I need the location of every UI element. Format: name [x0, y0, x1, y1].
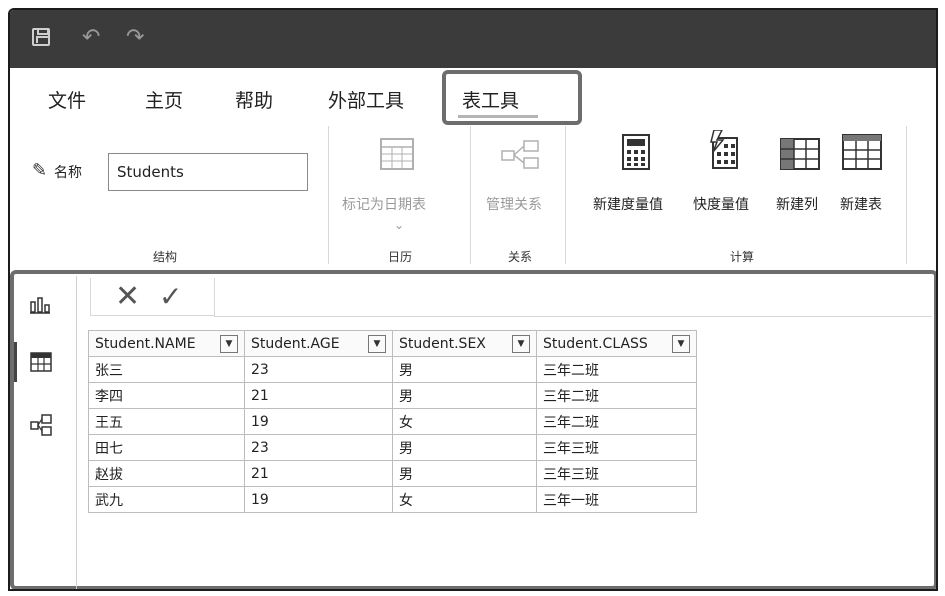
manage-relationships-icon: [500, 138, 542, 172]
new-table-button[interactable]: 新建表: [840, 194, 882, 214]
data-view-icon[interactable]: [30, 352, 52, 377]
group-label-relations: 关系: [508, 250, 533, 264]
formula-bar-controls: ✕ ✓: [90, 278, 215, 316]
ribbon: ✎ 名称 结构 标记为日期表 ⌄ 日历: [10, 122, 936, 270]
table-cell[interactable]: 男: [392, 356, 537, 383]
close-icon[interactable]: ✕: [115, 278, 140, 316]
table-cell[interactable]: 三年二班: [536, 356, 697, 383]
table-cell[interactable]: 19: [244, 408, 393, 435]
table-cell[interactable]: 男: [392, 382, 537, 409]
column-header-label: Student.SEX: [399, 335, 486, 352]
column-header[interactable]: Student.NAME ▼: [88, 330, 245, 357]
data-view-panel: ✕ ✓ Student.NAME ▼ Student.AGE ▼ Student.S…: [10, 270, 936, 589]
group-divider: [470, 126, 471, 264]
menu-bar: 文件 主页 帮助 外部工具 表工具: [10, 68, 936, 120]
table-cell[interactable]: 21: [244, 382, 393, 409]
active-view-indicator: [14, 342, 17, 382]
title-bar: ↶ ↷: [10, 10, 936, 68]
table-cell[interactable]: 武九: [88, 486, 245, 513]
menu-file[interactable]: 文件: [48, 86, 86, 113]
table-cell[interactable]: 三年二班: [536, 408, 697, 435]
group-label-calc: 计算: [730, 250, 755, 264]
group-divider: [565, 126, 566, 264]
calendar-icon: [380, 138, 414, 170]
table-name-input[interactable]: [108, 153, 308, 191]
calculator-icon: [622, 134, 650, 170]
undo-icon[interactable]: ↶: [82, 27, 100, 49]
menu-external-tools[interactable]: 外部工具: [328, 86, 404, 113]
table-cell[interactable]: 女: [392, 408, 537, 435]
table-cell[interactable]: 三年二班: [536, 382, 697, 409]
table-cell[interactable]: 女: [392, 486, 537, 513]
redo-icon[interactable]: ↷: [126, 27, 144, 49]
table-cell[interactable]: 三年三班: [536, 434, 697, 461]
filter-dropdown-icon[interactable]: ▼: [220, 334, 238, 353]
tab-table-tools[interactable]: 表工具: [462, 86, 519, 113]
column-header[interactable]: Student.AGE ▼: [244, 330, 393, 357]
table-cell[interactable]: 田七: [88, 434, 245, 461]
save-icon[interactable]: [32, 28, 50, 46]
table-cell[interactable]: 王五: [88, 408, 245, 435]
formula-bar-line[interactable]: [214, 316, 932, 317]
table-cell[interactable]: 李四: [88, 382, 245, 409]
filter-dropdown-icon[interactable]: ▼: [368, 334, 386, 353]
table-header-row: Student.NAME ▼ Student.AGE ▼ Student.SEX ▼ …: [88, 330, 697, 357]
group-label-calendar: 日历: [388, 250, 413, 264]
table-cell[interactable]: 23: [244, 434, 393, 461]
manage-relationships-button[interactable]: 管理关系: [486, 194, 542, 214]
table-cell[interactable]: 赵拔: [88, 460, 245, 487]
app-window: ↶ ↷ 文件 主页 帮助 外部工具 表工具 ✎ 名称 结构 标记为日期表 ⌄ 日…: [8, 8, 938, 591]
new-table-icon: [842, 134, 882, 170]
tag-icon: ✎: [32, 160, 48, 181]
filter-dropdown-icon[interactable]: ▼: [512, 334, 530, 353]
group-divider: [328, 126, 329, 264]
table-cell[interactable]: 男: [392, 460, 537, 487]
chevron-down-icon[interactable]: ⌄: [394, 218, 404, 232]
report-view-icon[interactable]: [30, 296, 50, 318]
name-label: 名称: [54, 165, 82, 181]
table-row: 武九 19 女 三年一班: [88, 486, 697, 513]
quick-measure-button[interactable]: 快度量值: [693, 194, 749, 214]
data-table: Student.NAME ▼ Student.AGE ▼ Student.SEX ▼ …: [88, 330, 697, 513]
column-header[interactable]: Student.SEX ▼: [392, 330, 537, 357]
sidebar-divider: [76, 276, 77, 589]
table-cell[interactable]: 三年一班: [536, 486, 697, 513]
column-header-label: Student.CLASS: [543, 335, 648, 352]
model-view-icon[interactable]: [30, 414, 52, 441]
new-column-icon: [780, 138, 820, 170]
table-cell[interactable]: 三年三班: [536, 460, 697, 487]
table-row: 李四 21 男 三年二班: [88, 382, 697, 409]
column-header[interactable]: Student.CLASS ▼: [536, 330, 697, 357]
table-cell[interactable]: 21: [244, 460, 393, 487]
quick-measure-icon: [708, 129, 740, 170]
group-label-structure: 结构: [153, 250, 178, 264]
active-tab-underline: [458, 115, 538, 118]
table-cell[interactable]: 19: [244, 486, 393, 513]
mark-as-date-table-button[interactable]: 标记为日期表: [342, 194, 426, 214]
menu-home[interactable]: 主页: [145, 86, 183, 113]
table-row: 张三 23 男 三年二班: [88, 356, 697, 383]
new-column-button[interactable]: 新建列: [776, 194, 818, 214]
new-measure-button[interactable]: 新建度量值: [593, 194, 663, 214]
column-header-label: Student.NAME: [95, 335, 196, 352]
table-cell[interactable]: 23: [244, 356, 393, 383]
column-header-label: Student.AGE: [251, 335, 340, 352]
table-cell[interactable]: 张三: [88, 356, 245, 383]
group-divider: [906, 126, 907, 264]
table-row: 田七 23 男 三年三班: [88, 434, 697, 461]
table-cell[interactable]: 男: [392, 434, 537, 461]
table-row: 赵拔 21 男 三年三班: [88, 460, 697, 487]
check-icon[interactable]: ✓: [159, 278, 182, 316]
filter-dropdown-icon[interactable]: ▼: [672, 334, 690, 353]
table-row: 王五 19 女 三年二班: [88, 408, 697, 435]
menu-help[interactable]: 帮助: [235, 86, 273, 113]
